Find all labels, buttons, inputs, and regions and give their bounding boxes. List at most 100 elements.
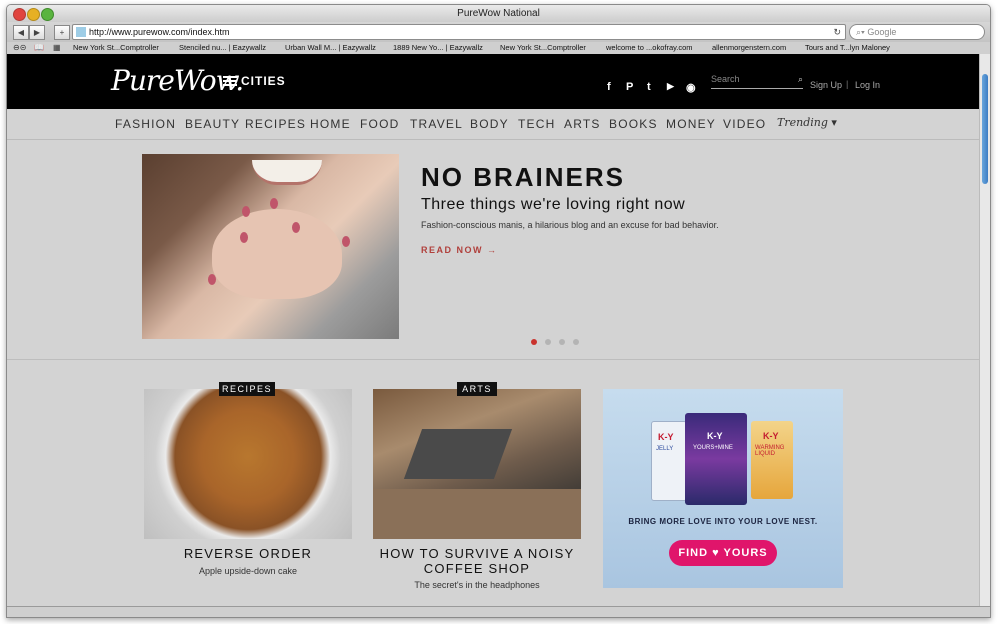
ky-yours-mine-box: K-Y YOURS+MINE bbox=[685, 413, 747, 505]
category-nav: FASHION BEAUTY RECIPES HOME FOOD TRAVEL … bbox=[7, 109, 979, 140]
hero-image-smile bbox=[252, 160, 322, 185]
nav-recipes[interactable]: RECIPES bbox=[245, 117, 306, 131]
bookmark-item[interactable]: 1889 New Yo... | Eazywallz bbox=[393, 42, 483, 54]
cities-menu[interactable]: CITIES bbox=[241, 74, 286, 88]
bookmarks-book-icon[interactable]: 📖 bbox=[34, 42, 44, 54]
ky-brand-text: K-Y bbox=[658, 432, 674, 442]
card-title[interactable]: HOW TO SURVIVE A NOISY COFFEE SHOP bbox=[362, 546, 592, 576]
ky-brand-text: K-Y bbox=[707, 431, 723, 441]
twitter-icon[interactable]: t bbox=[647, 81, 651, 93]
search-icon: ⌕▾ bbox=[856, 27, 865, 37]
nail-art bbox=[342, 236, 350, 247]
instagram-icon[interactable]: ◉ bbox=[686, 81, 696, 94]
recipe-card-image[interactable] bbox=[144, 389, 352, 539]
url-text: http://www.purewow.com/index.htm bbox=[89, 27, 230, 37]
nav-arts[interactable]: ARTS bbox=[564, 117, 601, 131]
youtube-icon[interactable]: ▶ bbox=[667, 81, 674, 92]
vertical-scrollbar[interactable] bbox=[979, 54, 990, 606]
reload-icon[interactable]: ↻ bbox=[833, 25, 841, 39]
carousel-dot[interactable] bbox=[559, 339, 565, 345]
bookmark-item[interactable]: welcome to ...okofray.com bbox=[606, 42, 693, 54]
zoom-window-icon[interactable] bbox=[41, 8, 54, 21]
header-divider: | bbox=[846, 79, 849, 89]
site-search-placeholder: Search bbox=[711, 74, 740, 84]
card-subtitle: The secret's in the headphones bbox=[414, 580, 540, 590]
sign-up-link[interactable]: Sign Up bbox=[810, 80, 842, 90]
scrollbar-thumb[interactable] bbox=[982, 74, 988, 184]
site-header: PureWow. CITIES f P t ▶ ◉ Search ⌕ Sign … bbox=[7, 54, 979, 109]
nav-body[interactable]: BODY bbox=[470, 117, 509, 131]
status-bar bbox=[7, 606, 990, 617]
log-in-link[interactable]: Log In bbox=[855, 80, 880, 90]
nav-books[interactable]: BOOKS bbox=[609, 117, 658, 131]
ky-jelly-label: JELLY bbox=[656, 446, 674, 452]
add-bookmark-button[interactable]: + bbox=[54, 25, 70, 40]
nav-tech[interactable]: TECH bbox=[518, 117, 555, 131]
nav-video[interactable]: VIDEO bbox=[723, 117, 766, 131]
hamburger-menu-icon[interactable] bbox=[223, 76, 237, 87]
ky-advertisement[interactable]: K-Y JELLY K-Y YOURS+MINE K-Y WARMING LIQ… bbox=[603, 389, 843, 588]
forward-button[interactable]: ▶ bbox=[29, 25, 45, 40]
ky-warming-box: K-Y WARMING LIQUID bbox=[751, 421, 793, 499]
minimize-window-icon[interactable] bbox=[27, 8, 40, 21]
card-tag[interactable]: ARTS bbox=[457, 382, 497, 396]
ky-yours-mine-label: YOURS+MINE bbox=[693, 445, 733, 451]
laptop-shape bbox=[403, 429, 513, 479]
card-tag[interactable]: RECIPES bbox=[219, 382, 275, 396]
bookmark-item[interactable]: Tours and T...lyn Maloney bbox=[805, 42, 890, 54]
coffee-shop-card-image[interactable] bbox=[373, 389, 581, 539]
nav-home[interactable]: HOME bbox=[310, 117, 351, 131]
nail-art bbox=[208, 274, 216, 285]
browser-window: PureWow National ◀ ▶ + http://www.purewo… bbox=[6, 4, 991, 618]
back-button[interactable]: ◀ bbox=[13, 25, 29, 40]
ky-warming-label: WARMING LIQUID bbox=[755, 445, 785, 457]
nav-travel[interactable]: TRAVEL bbox=[410, 117, 463, 131]
ad-tagline: BRING MORE LOVE INTO YOUR LOVE NEST. bbox=[628, 517, 818, 526]
favicon-icon bbox=[76, 27, 86, 37]
hero-image[interactable] bbox=[142, 154, 399, 339]
bookmark-item[interactable]: Stenciled nu... | Eazywallz bbox=[179, 42, 266, 54]
bookmark-item[interactable]: Urban Wall M... | Eazywallz bbox=[285, 42, 376, 54]
bookmark-item[interactable]: allenmorgenstern.com bbox=[712, 42, 786, 54]
ky-brand-text: K-Y bbox=[763, 431, 779, 441]
card-title[interactable]: REVERSE ORDER bbox=[133, 546, 363, 561]
nail-art bbox=[292, 222, 300, 233]
title-bar: PureWow National bbox=[7, 5, 990, 22]
nail-art bbox=[242, 206, 250, 217]
nav-fashion[interactable]: FASHION bbox=[115, 117, 176, 131]
reading-list-icon[interactable]: ⊖⊝ bbox=[13, 42, 26, 54]
bookmark-item[interactable]: New York St...Comptroller bbox=[500, 42, 586, 54]
hero-subtitle: Three things we're loving right now bbox=[421, 196, 686, 213]
trending-dropdown[interactable]: Trending ▾ bbox=[777, 116, 837, 129]
carousel-dot[interactable] bbox=[573, 339, 579, 345]
nail-art bbox=[270, 198, 278, 209]
site-search-input[interactable]: Search ⌕ bbox=[711, 74, 803, 89]
section-divider bbox=[7, 359, 979, 360]
web-page: PureWow. CITIES f P t ▶ ◉ Search ⌕ Sign … bbox=[7, 54, 979, 606]
table-shape bbox=[373, 489, 581, 539]
top-sites-grid-icon[interactable]: ▦ bbox=[53, 42, 61, 54]
nav-money[interactable]: MONEY bbox=[666, 117, 716, 131]
read-now-link[interactable]: READ NOW → bbox=[421, 245, 498, 255]
browser-search-field[interactable]: ⌕▾ Google bbox=[849, 24, 985, 40]
facebook-icon[interactable]: f bbox=[607, 81, 611, 93]
hero-image-hand bbox=[212, 209, 342, 299]
ky-jelly-box: K-Y JELLY bbox=[651, 421, 687, 501]
hero-title[interactable]: NO BRAINERS bbox=[421, 162, 625, 193]
window-title: PureWow National bbox=[457, 8, 540, 19]
pinterest-icon[interactable]: P bbox=[626, 81, 633, 93]
carousel-dot[interactable] bbox=[545, 339, 551, 345]
bookmark-item[interactable]: New York St...Comptroller bbox=[73, 42, 159, 54]
url-bar[interactable]: http://www.purewow.com/index.htm ↻ bbox=[72, 24, 846, 40]
browser-search-placeholder: Google bbox=[867, 27, 897, 37]
nail-art bbox=[240, 232, 248, 243]
find-yours-button[interactable]: FIND ♥ YOURS bbox=[669, 540, 777, 566]
nav-beauty[interactable]: BEAUTY bbox=[185, 117, 240, 131]
browser-toolbar: ◀ ▶ + http://www.purewow.com/index.htm ↻… bbox=[7, 22, 990, 42]
carousel-dot[interactable] bbox=[531, 339, 537, 345]
search-icon[interactable]: ⌕ bbox=[798, 74, 803, 85]
close-window-icon[interactable] bbox=[13, 8, 26, 21]
card-subtitle: Apple upside-down cake bbox=[198, 566, 298, 576]
hero-description: Fashion-conscious manis, a hilarious blo… bbox=[421, 220, 719, 230]
nav-food[interactable]: FOOD bbox=[360, 117, 399, 131]
